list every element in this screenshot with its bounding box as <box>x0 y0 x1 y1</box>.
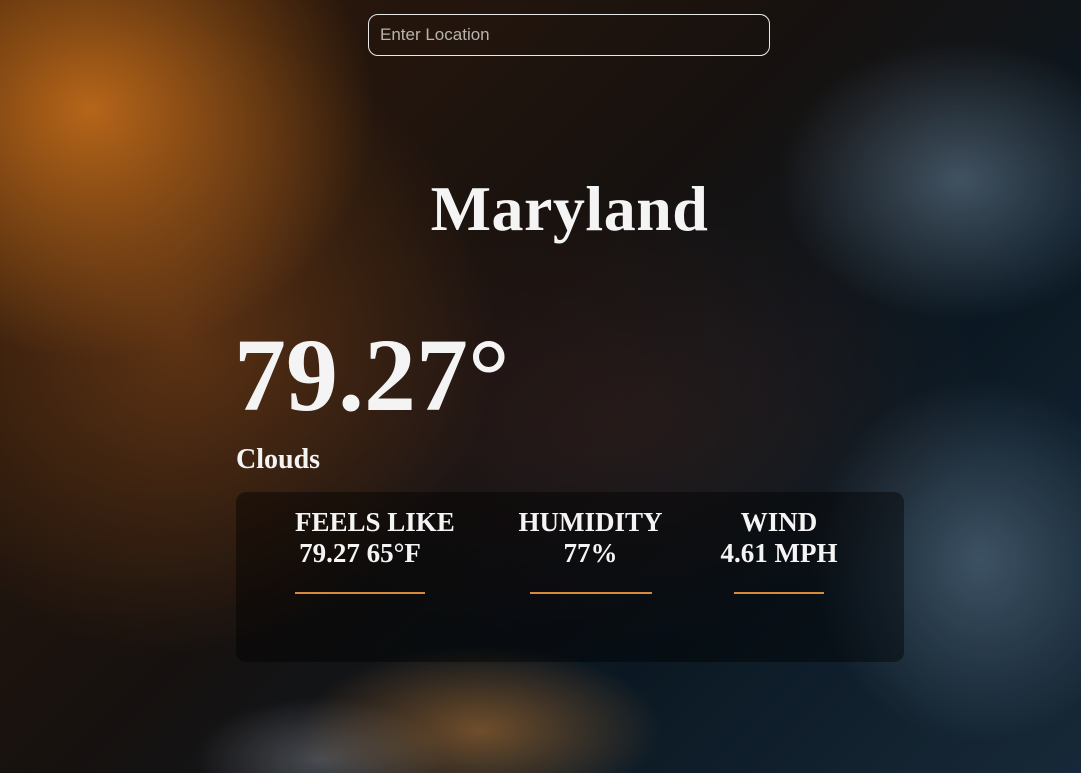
humidity-value: 77% <box>563 538 618 568</box>
humidity-label: HUMIDITY <box>518 507 663 537</box>
location-search-input[interactable] <box>368 14 770 56</box>
wind-label: WIND <box>740 507 818 537</box>
current-temperature: 79.27° <box>234 318 510 433</box>
wind-stat: WIND 4.61 MPH <box>711 507 847 594</box>
wind-value: 4.61 MPH <box>720 538 838 568</box>
feels-like-underline <box>295 592 425 594</box>
humidity-stat: HUMIDITY 77% <box>509 507 672 594</box>
feels-like-label: FEELS LIKE <box>295 507 455 537</box>
city-name: Maryland <box>430 173 709 244</box>
humidity-underline <box>529 592 652 594</box>
wind-underline <box>734 592 824 594</box>
feels-like-value: 79.27 65°F <box>299 538 421 568</box>
details-panel: FEELS LIKE 79.27 65°F HUMIDITY 77% WIND … <box>236 492 904 662</box>
feels-like-stat: FEELS LIKE 79.27 65°F <box>295 507 455 594</box>
weather-description: Clouds <box>236 444 321 475</box>
